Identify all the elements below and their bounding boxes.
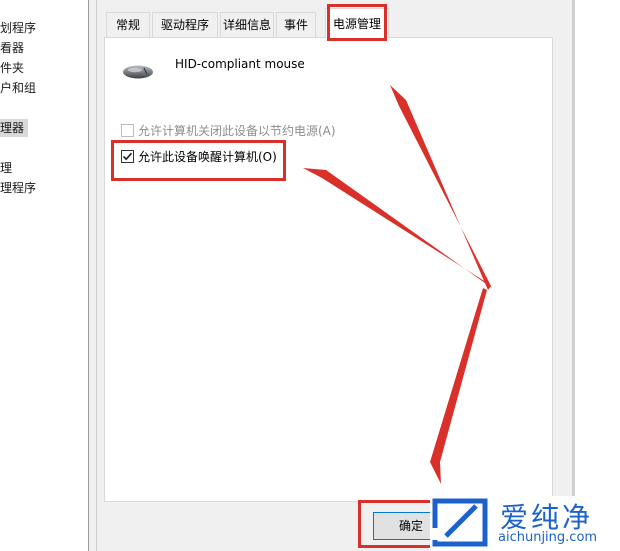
- tree-item[interactable]: 件夹: [0, 59, 24, 77]
- dialog-left-border: [88, 0, 97, 551]
- highlight-box-power-tab: [327, 4, 387, 41]
- tab-general[interactable]: 常规: [106, 12, 150, 37]
- watermark-logo-icon: [432, 498, 488, 547]
- left-tree-panel: 划程序 看器 件夹 户和组 理器 理 理程序: [0, 0, 88, 551]
- tree-item[interactable]: 划程序: [0, 19, 36, 37]
- highlight-box-ok-button: [358, 500, 440, 548]
- tree-item[interactable]: 看器: [0, 39, 24, 57]
- watermark-url: aichunjing.com: [498, 530, 598, 545]
- tab-details[interactable]: 详细信息: [220, 12, 274, 37]
- tab-events[interactable]: 事件: [276, 12, 316, 37]
- allow-power-off-label: 允许计算机关闭此设备以节约电源(A): [138, 124, 336, 138]
- tab-driver[interactable]: 驱动程序: [152, 12, 218, 37]
- allow-power-off-option: 允许计算机关闭此设备以节约电源(A): [121, 122, 336, 139]
- tab-content-panel: [104, 37, 553, 502]
- device-name: HID-compliant mouse: [175, 57, 305, 71]
- tree-item-selected[interactable]: 理器: [0, 119, 29, 137]
- tree-item[interactable]: 理: [0, 159, 12, 177]
- mouse-icon: [123, 65, 153, 79]
- tree-item[interactable]: 理程序: [0, 179, 36, 197]
- tree-item[interactable]: 户和组: [0, 79, 36, 97]
- highlight-box-wake-option: [111, 140, 286, 181]
- background-area: [575, 0, 620, 551]
- allow-power-off-checkbox[interactable]: [121, 124, 134, 137]
